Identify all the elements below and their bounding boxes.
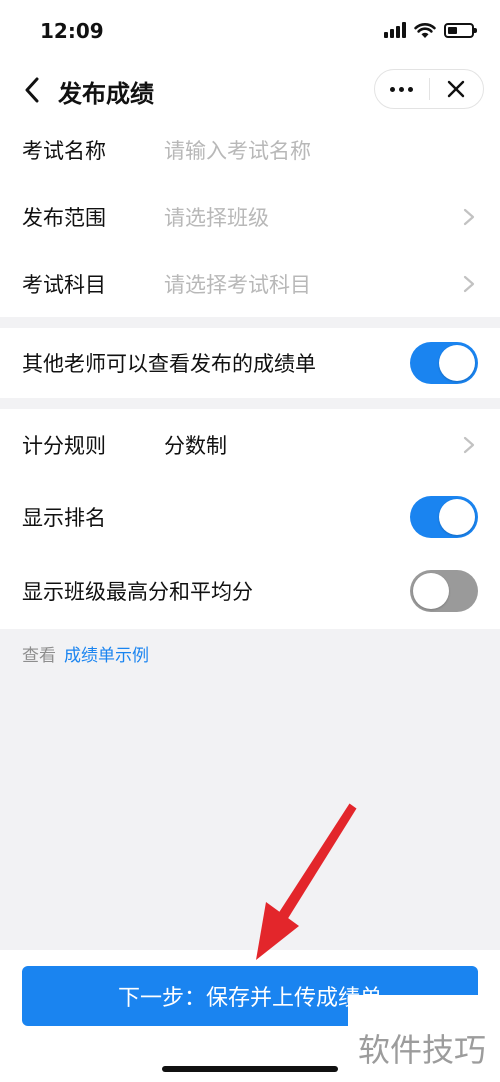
home-indicator [162,1066,338,1072]
publish-scope-label: 发布范围 [22,205,106,230]
chevron-left-icon [25,77,39,103]
exam-subject-picker[interactable]: 请选择考试科目 [164,269,311,299]
battery-icon [444,22,477,38]
scoring-rule-label: 计分规则 [22,434,106,458]
sample-hint: 查看 成绩单示例 [22,641,149,666]
others-view-label: 其他老师可以查看发布的成绩单 [22,352,316,376]
hint-prefix: 查看 [22,646,56,666]
nav-bar: 发布成绩 [0,62,500,120]
status-icons [384,20,477,40]
exam-name-input[interactable]: 请输入考试名称 [164,135,311,165]
others-view-row: 其他老师可以查看发布的成绩单 [0,328,500,398]
mini-program-capsule [374,69,484,109]
show-stats-label: 显示班级最高分和平均分 [22,580,253,604]
more-dots-icon [390,86,414,92]
show-stats-toggle[interactable] [410,570,478,612]
show-rank-row: 显示排名 [0,481,500,553]
more-button[interactable] [375,70,429,108]
cellular-signal-icon [384,22,406,38]
chevron-right-icon [463,436,475,454]
close-icon [448,80,465,98]
close-button[interactable] [430,70,484,108]
watermark-text: 软件技巧 [358,1031,487,1069]
show-rank-label: 显示排名 [22,506,106,530]
publish-scope-picker[interactable]: 请选择班级 [164,202,269,232]
exam-name-row: 考试名称 请输入考试名称 [0,116,500,183]
watermark: 软件技巧 [348,995,500,1082]
scoring-rule-row[interactable]: 计分规则 分数制 [0,409,500,481]
exam-name-label: 考试名称 [22,138,106,163]
others-view-toggle[interactable] [410,342,478,384]
show-stats-row: 显示班级最高分和平均分 [0,553,500,629]
status-time: 12:09 [40,19,104,43]
page-title: 发布成绩 [58,80,154,108]
back-button[interactable] [14,72,50,108]
chevron-right-icon [463,275,475,292]
wifi-icon [414,22,436,38]
status-bar: 12:09 [0,0,500,62]
publish-scope-row[interactable]: 发布范围 请选择班级 [0,183,500,250]
exam-subject-row[interactable]: 考试科目 请选择考试科目 [0,250,500,317]
permission-group: 其他老师可以查看发布的成绩单 [0,328,500,398]
exam-info-group: 考试名称 请输入考试名称 发布范围 请选择班级 考试科目 请选择考试科目 [0,116,500,317]
scoring-rule-value: 分数制 [164,434,227,458]
chevron-right-icon [463,208,475,225]
sample-report-link[interactable]: 成绩单示例 [64,646,149,666]
exam-subject-label: 考试科目 [22,272,106,297]
display-settings-group: 计分规则 分数制 显示排名 显示班级最高分和平均分 [0,409,500,629]
show-rank-toggle[interactable] [410,496,478,538]
